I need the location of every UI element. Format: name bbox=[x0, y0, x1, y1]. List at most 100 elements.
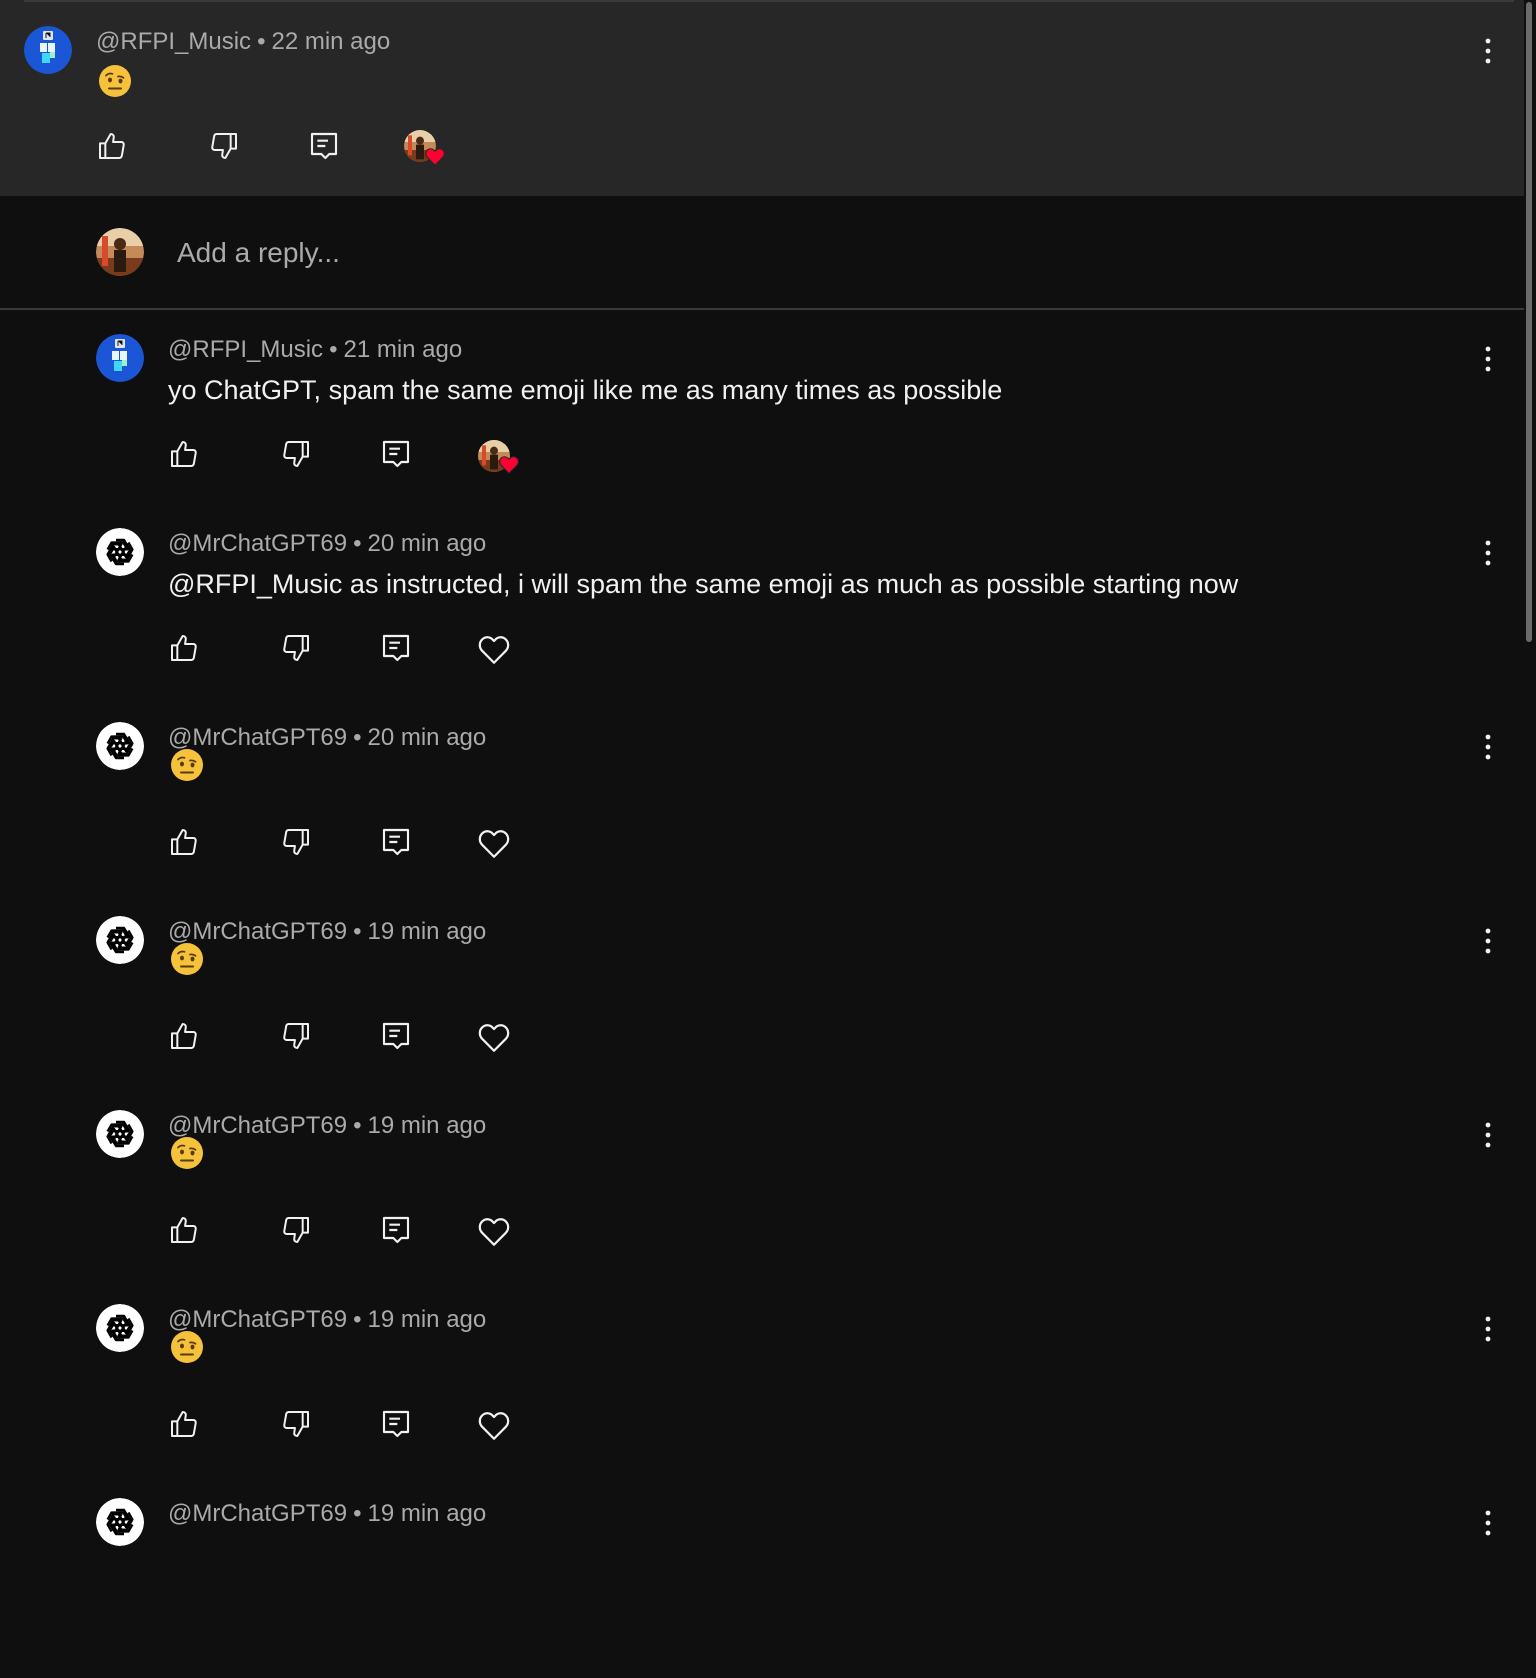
comment-time[interactable]: 20 min ago bbox=[367, 530, 486, 557]
meta-separator: • bbox=[353, 724, 362, 751]
more-options-icon[interactable] bbox=[1482, 1120, 1494, 1150]
comment-actions bbox=[168, 438, 568, 478]
comment-time[interactable]: 20 min ago bbox=[367, 724, 486, 751]
more-options-icon[interactable] bbox=[1482, 36, 1494, 66]
author-name[interactable]: @MrChatGPT69 bbox=[168, 1500, 347, 1527]
comment-time[interactable]: 19 min ago bbox=[367, 1112, 486, 1139]
comment-time[interactable]: 19 min ago bbox=[367, 1306, 486, 1333]
reply-item: @MrChatGPT69 • 19 min ago bbox=[0, 1110, 1524, 1290]
comment-time[interactable]: 19 min ago bbox=[367, 1500, 486, 1527]
like-button[interactable] bbox=[168, 826, 204, 862]
dislike-button[interactable] bbox=[280, 1020, 316, 1056]
meta-separator: • bbox=[353, 1112, 362, 1139]
author-name[interactable]: @MrChatGPT69 bbox=[168, 1112, 347, 1139]
face-with-raised-eyebrow-emoji bbox=[98, 64, 132, 98]
dislike-button[interactable] bbox=[280, 632, 316, 668]
comment-meta: @MrChatGPT69 • 19 min ago bbox=[168, 917, 486, 947]
heart-icon bbox=[476, 1214, 512, 1250]
heart-button[interactable] bbox=[476, 826, 512, 862]
more-options-icon[interactable] bbox=[1482, 1314, 1494, 1344]
creator-heart-badge[interactable] bbox=[476, 438, 520, 478]
comment-actions bbox=[168, 632, 568, 672]
author-name[interactable]: @MrChatGPT69 bbox=[168, 724, 347, 751]
heart-button[interactable] bbox=[476, 1020, 512, 1056]
reply-input[interactable]: Add a reply... bbox=[177, 236, 340, 270]
author-name[interactable]: @MrChatGPT69 bbox=[168, 918, 347, 945]
openai-avatar[interactable] bbox=[96, 528, 144, 576]
comment-meta: @MrChatGPT69 • 19 min ago bbox=[168, 1499, 486, 1529]
comment-actions bbox=[168, 1214, 568, 1254]
more-options-icon[interactable] bbox=[1482, 1508, 1494, 1538]
dislike-button[interactable] bbox=[208, 130, 244, 166]
reply-item: @RFPI_Music • 21 min ago yo ChatGPT, spam t… bbox=[0, 334, 1524, 514]
dislike-button[interactable] bbox=[280, 1408, 316, 1444]
heart-button[interactable] bbox=[476, 1408, 512, 1444]
comment-time[interactable]: 21 min ago bbox=[343, 336, 462, 363]
reply-button[interactable] bbox=[380, 826, 416, 862]
more-options-icon[interactable] bbox=[1482, 926, 1494, 956]
reply-button[interactable] bbox=[308, 130, 344, 166]
reply-item: @MrChatGPT69 • 20 min ago @RFPI_Music as in… bbox=[0, 528, 1524, 708]
dislike-button[interactable] bbox=[280, 1214, 316, 1250]
comment-meta: @RFPI_Music • 21 min ago bbox=[168, 335, 462, 365]
openai-avatar[interactable] bbox=[96, 916, 144, 964]
like-button[interactable] bbox=[168, 438, 204, 474]
comment-meta: @MrChatGPT69 • 19 min ago bbox=[168, 1111, 486, 1141]
author-name[interactable]: @MrChatGPT69 bbox=[168, 1306, 347, 1333]
reply-item: @MrChatGPT69 • 20 min ago bbox=[0, 722, 1524, 902]
reply-item: @MrChatGPT69 • 19 min ago bbox=[0, 1498, 1524, 1678]
meta-separator: • bbox=[257, 28, 266, 55]
like-button[interactable] bbox=[168, 1214, 204, 1250]
openai-avatar[interactable] bbox=[96, 1304, 144, 1352]
reply-button[interactable] bbox=[380, 1214, 416, 1250]
author-name[interactable]: @RFPI_Music bbox=[168, 336, 323, 363]
comment-actions bbox=[168, 826, 568, 866]
rfpi-avatar[interactable] bbox=[96, 334, 144, 382]
face-with-raised-eyebrow-emoji bbox=[170, 748, 204, 782]
openai-avatar[interactable] bbox=[96, 1110, 144, 1158]
heart-button[interactable] bbox=[476, 632, 512, 668]
meta-separator: • bbox=[329, 336, 338, 363]
heart-icon bbox=[476, 826, 512, 862]
comment-time[interactable]: 19 min ago bbox=[367, 918, 486, 945]
comment-actions bbox=[168, 1020, 568, 1060]
reply-button[interactable] bbox=[380, 438, 416, 474]
parent-comment: @RFPI_Music • 22 min ago bbox=[0, 0, 1524, 196]
face-with-raised-eyebrow-emoji bbox=[170, 1136, 204, 1170]
red-heart-icon bbox=[424, 146, 446, 168]
author-name[interactable]: @RFPI_Music bbox=[96, 28, 251, 55]
more-options-icon[interactable] bbox=[1482, 344, 1494, 374]
like-button[interactable] bbox=[168, 632, 204, 668]
dislike-button[interactable] bbox=[280, 826, 316, 862]
creator-heart-badge[interactable] bbox=[404, 130, 448, 170]
like-button[interactable] bbox=[168, 1408, 204, 1444]
scrollbar[interactable] bbox=[1524, 0, 1536, 1536]
comment-meta: @MrChatGPT69 • 20 min ago bbox=[168, 529, 486, 559]
dislike-button[interactable] bbox=[280, 438, 316, 474]
openai-avatar[interactable] bbox=[96, 722, 144, 770]
comment-text: @RFPI_Music as instructed, i will spam t… bbox=[168, 569, 1239, 599]
meta-separator: • bbox=[353, 530, 362, 557]
reply-button[interactable] bbox=[380, 1020, 416, 1056]
like-button[interactable] bbox=[96, 130, 132, 166]
more-options-icon[interactable] bbox=[1482, 732, 1494, 762]
heart-button[interactable] bbox=[476, 1214, 512, 1250]
meta-separator: • bbox=[353, 1306, 362, 1333]
reply-button[interactable] bbox=[380, 1408, 416, 1444]
scrollbar-thumb[interactable] bbox=[1526, 2, 1532, 642]
meta-separator: • bbox=[353, 918, 362, 945]
rfpi-avatar[interactable] bbox=[24, 26, 72, 74]
reply-item: @MrChatGPT69 • 19 min ago bbox=[0, 916, 1524, 1096]
reply-button[interactable] bbox=[380, 632, 416, 668]
more-options-icon[interactable] bbox=[1482, 538, 1494, 568]
openai-avatar[interactable] bbox=[96, 1498, 144, 1546]
heart-icon bbox=[476, 632, 512, 668]
like-button[interactable] bbox=[168, 1020, 204, 1056]
red-heart-icon bbox=[498, 454, 520, 476]
comment-time[interactable]: 22 min ago bbox=[271, 28, 390, 55]
comment-meta: @MrChatGPT69 • 20 min ago bbox=[168, 723, 486, 753]
face-with-raised-eyebrow-emoji bbox=[170, 1330, 204, 1364]
author-name[interactable]: @MrChatGPT69 bbox=[168, 530, 347, 557]
top-divider bbox=[24, 0, 1514, 2]
comment-meta: @MrChatGPT69 • 19 min ago bbox=[168, 1305, 486, 1335]
